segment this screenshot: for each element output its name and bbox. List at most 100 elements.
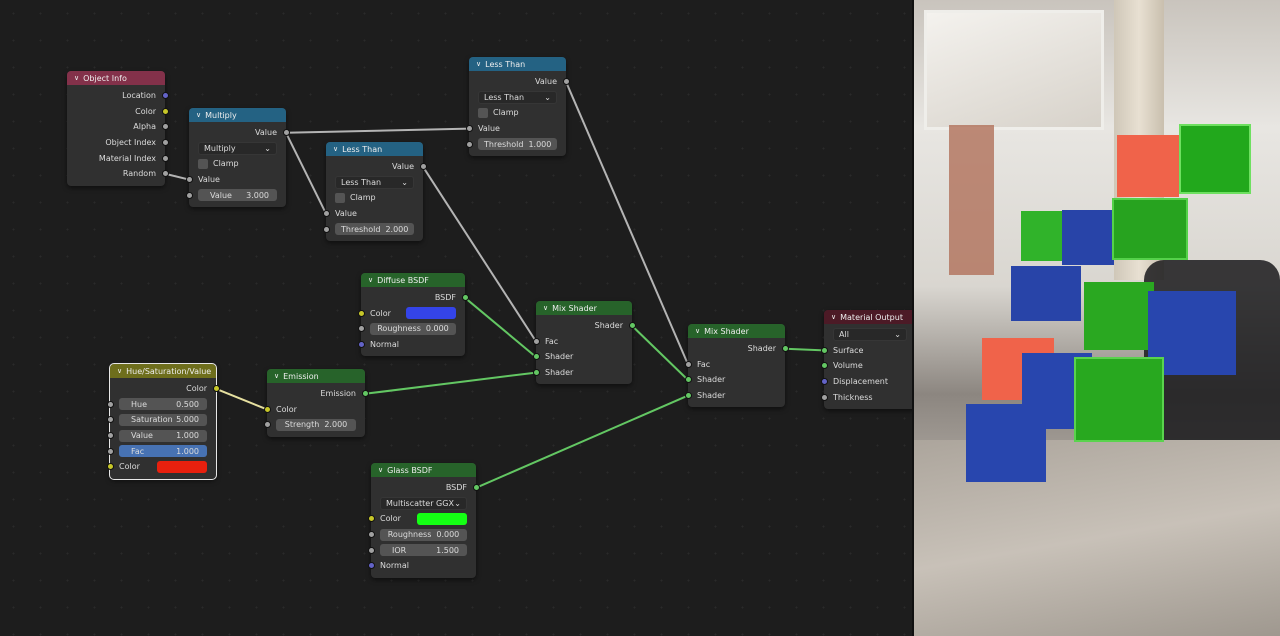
socket[interactable]	[161, 139, 169, 147]
socket[interactable]	[820, 346, 828, 354]
node-glass-bsdf[interactable]: ∨ Glass BSDF BSDF Multiscatter GGX ⌄ Color Rou…	[367, 463, 480, 578]
color-swatch[interactable]	[157, 460, 207, 473]
node-diffuse-bsdf[interactable]: ∨ Diffuse BSDF BSDF Color Roughness 0.000 Norm…	[357, 273, 469, 357]
socket[interactable]	[367, 515, 375, 523]
node-header[interactable]: ∨ Multiply	[189, 108, 286, 122]
socket[interactable]	[532, 369, 540, 377]
socket[interactable]	[357, 309, 365, 317]
socket[interactable]	[461, 294, 469, 302]
chevron-down-icon[interactable]: ∨	[274, 372, 279, 380]
socket[interactable]	[185, 176, 193, 184]
node-object-info[interactable]: ∨ Object Info Location Color Alpha Object Ind…	[67, 71, 169, 186]
socket[interactable]	[532, 337, 540, 345]
checkbox[interactable]	[478, 107, 488, 118]
checkbox[interactable]	[335, 192, 345, 203]
color-swatch[interactable]	[417, 512, 467, 525]
node-header[interactable]: ∨ Mix Shader	[536, 301, 632, 315]
dropdown-select[interactable]: All ⌄	[833, 328, 907, 342]
node-header[interactable]: ∨ Glass BSDF	[371, 463, 476, 477]
socket[interactable]	[282, 129, 290, 137]
socket[interactable]	[263, 421, 271, 429]
socket[interactable]	[820, 378, 828, 386]
socket[interactable]	[106, 432, 114, 440]
socket[interactable]	[781, 345, 789, 353]
socket[interactable]	[419, 163, 427, 171]
node-header[interactable]: ∨ Less Than	[469, 57, 566, 71]
node-header[interactable]: ∨ Hue/Saturation/Value	[110, 364, 216, 378]
shader-node-editor[interactable]: ∨ Object Info Location Color Alpha Object Ind…	[0, 0, 912, 636]
node-header[interactable]: ∨ Less Than	[326, 142, 423, 156]
value-field[interactable]: Threshold 2.000	[335, 223, 415, 236]
value-field[interactable]: Saturation 5.000	[119, 413, 207, 426]
socket[interactable]	[472, 484, 480, 492]
socket[interactable]	[684, 392, 692, 400]
socket[interactable]	[161, 92, 169, 100]
socket[interactable]	[161, 154, 169, 162]
chevron-down-icon[interactable]: ∨	[378, 466, 383, 474]
3d-viewport-render[interactable]	[914, 0, 1280, 636]
value-field[interactable]: Roughness 0.000	[370, 322, 456, 335]
chevron-down-icon[interactable]: ∨	[74, 74, 79, 82]
socket[interactable]	[185, 191, 193, 199]
socket[interactable]	[212, 385, 220, 393]
chevron-down-icon[interactable]: ∨	[333, 145, 338, 153]
node-multiply[interactable]: ∨ Multiply Value Multiply ⌄ Clamp Value Value 3.…	[185, 108, 290, 207]
socket[interactable]	[465, 140, 473, 148]
node-mix-shader-2[interactable]: ∨ Mix Shader Shader Fac Shader Shader	[684, 324, 789, 408]
chevron-down-icon[interactable]: ∨	[368, 276, 373, 284]
socket[interactable]	[684, 360, 692, 368]
value-field[interactable]: Roughness 0.000	[380, 528, 467, 541]
socket[interactable]	[322, 210, 330, 218]
socket[interactable]	[106, 447, 114, 455]
checkbox[interactable]	[198, 158, 208, 169]
socket[interactable]	[161, 170, 169, 178]
chevron-down-icon[interactable]: ∨	[117, 367, 122, 375]
chevron-down-icon[interactable]: ∨	[831, 313, 836, 321]
node-emission[interactable]: ∨ Emission Emission Color Strength 2.000	[263, 369, 369, 437]
value-field[interactable]: Strength 2.000	[276, 418, 356, 431]
socket[interactable]	[820, 393, 828, 401]
value-field[interactable]: Value 1.000	[119, 429, 207, 442]
node-header[interactable]: ∨ Mix Shader	[688, 324, 785, 338]
dropdown-select[interactable]: Less Than ⌄	[478, 90, 557, 104]
socket[interactable]	[532, 353, 540, 361]
socket[interactable]	[263, 405, 271, 413]
dropdown-select[interactable]: Multiply ⌄	[198, 141, 277, 155]
value-field[interactable]: Threshold 1.000	[478, 138, 558, 151]
value-field[interactable]: Fac 1.000	[119, 445, 207, 458]
socket[interactable]	[161, 107, 169, 115]
socket[interactable]	[106, 416, 114, 424]
node-less-than-1[interactable]: ∨ Less Than Value Less Than ⌄ Clamp Value Thres…	[322, 142, 427, 241]
socket[interactable]	[684, 376, 692, 384]
value-field[interactable]: Hue 0.500	[119, 398, 207, 411]
socket[interactable]	[820, 362, 828, 370]
socket[interactable]	[361, 390, 369, 398]
value-field[interactable]: Value 3.000	[198, 189, 277, 202]
node-header[interactable]: ∨ Emission	[267, 369, 365, 383]
socket[interactable]	[322, 225, 330, 233]
node-less-than-2[interactable]: ∨ Less Than Value Less Than ⌄ Clamp Value Thres…	[465, 57, 570, 156]
color-swatch[interactable]	[406, 307, 456, 320]
socket[interactable]	[106, 463, 114, 471]
socket[interactable]	[367, 546, 375, 554]
node-header[interactable]: ∨ Material Output	[824, 310, 912, 324]
node-mix-shader-1[interactable]: ∨ Mix Shader Shader Fac Shader Shader	[532, 301, 636, 385]
node-hue-saturation-value[interactable]: ∨ Hue/Saturation/Value Color Hue 0.500 Satura…	[106, 363, 220, 480]
dropdown-select[interactable]: Multiscatter GGX ⌄	[380, 496, 467, 510]
socket[interactable]	[628, 322, 636, 330]
node-header[interactable]: ∨ Diffuse BSDF	[361, 273, 465, 287]
socket[interactable]	[465, 125, 473, 133]
socket[interactable]	[106, 400, 114, 408]
chevron-down-icon[interactable]: ∨	[695, 327, 700, 335]
chevron-down-icon[interactable]: ∨	[476, 60, 481, 68]
socket[interactable]	[562, 78, 570, 86]
socket[interactable]	[161, 123, 169, 131]
chevron-down-icon[interactable]: ∨	[196, 111, 201, 119]
socket[interactable]	[357, 325, 365, 333]
socket[interactable]	[367, 531, 375, 539]
chevron-down-icon[interactable]: ∨	[543, 304, 548, 312]
value-field[interactable]: IOR 1.500	[380, 544, 467, 557]
socket[interactable]	[357, 341, 365, 349]
socket[interactable]	[367, 562, 375, 570]
node-header[interactable]: ∨ Object Info	[67, 71, 165, 85]
